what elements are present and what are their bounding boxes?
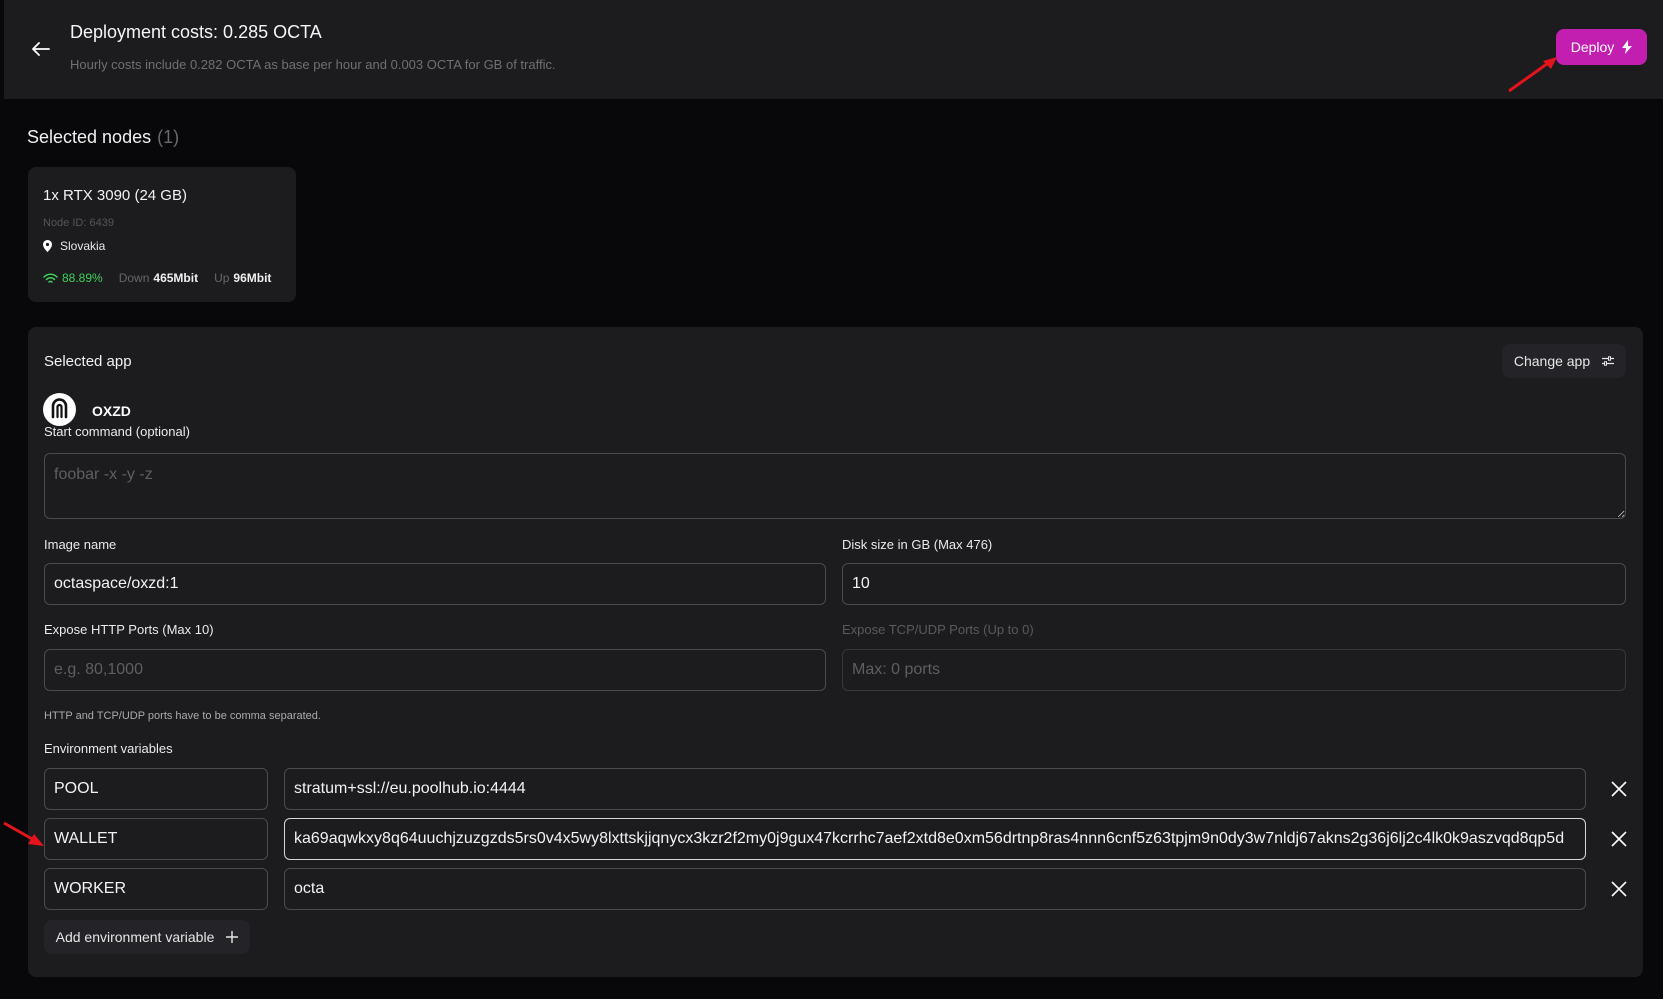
http-ports-label: Expose HTTP Ports (Max 10): [44, 622, 214, 637]
deployment-cost-title: Deployment costs: 0.285 OCTA: [70, 22, 322, 42]
env-key-input[interactable]: [44, 818, 268, 860]
env-key-input[interactable]: [44, 768, 268, 810]
add-env-variable-label: Add environment variable: [55, 929, 215, 945]
node-location-label: Slovakia: [60, 239, 106, 253]
selected-nodes-heading: Selected nodes (1): [27, 127, 179, 148]
add-env-variable-button[interactable]: Add environment variable: [44, 920, 250, 954]
remove-env-close-icon[interactable]: [1606, 826, 1632, 852]
plus-icon: [226, 931, 239, 943]
disk-size-label: Disk size in GB (Max 476): [842, 537, 993, 552]
selected-app-panel: Selected app Change app OXZD Start comma…: [28, 327, 1643, 977]
selected-app-title: Selected app: [44, 353, 132, 370]
node-down-label: Down: [118, 271, 150, 285]
node-location: Slovakia: [43, 239, 105, 253]
image-name-input[interactable]: [44, 563, 826, 605]
node-card[interactable]: 1x RTX 3090 (24 GB) Node ID: 6439 Slovak…: [28, 167, 296, 302]
back-arrow-icon[interactable]: [28, 36, 54, 62]
selected-nodes-title: Selected nodes: [27, 127, 152, 147]
node-signal-value: 88.89%: [62, 271, 103, 285]
node-up-label: Up: [214, 271, 230, 285]
env-value-input[interactable]: [284, 868, 1586, 910]
change-app-button[interactable]: Change app: [1502, 344, 1626, 378]
start-command-label: Start command (optional): [44, 424, 190, 439]
node-name: 1x RTX 3090 (24 GB): [43, 187, 187, 204]
app-logo-icon: [43, 393, 76, 426]
env-key-input[interactable]: [44, 868, 268, 910]
node-up-value: 96Mbit: [233, 271, 272, 285]
start-command-input[interactable]: [44, 453, 1626, 519]
lightning-icon: [1622, 40, 1633, 54]
ports-hint: HTTP and TCP/UDP ports have to be comma …: [44, 710, 321, 722]
env-value-input[interactable]: [284, 818, 1586, 860]
app-name: OXZD: [92, 403, 131, 419]
selected-nodes-count: (1): [157, 127, 180, 147]
node-signal: 88.89%: [43, 271, 103, 285]
deployment-header: Deployment costs: 0.285 OCTA Hourly cost…: [4, 0, 1663, 99]
deploy-button[interactable]: Deploy: [1556, 29, 1647, 65]
env-value-input[interactable]: [284, 768, 1586, 810]
image-name-label: Image name: [44, 537, 117, 552]
deploy-button-label: Deploy: [1570, 39, 1615, 55]
change-app-label: Change app: [1513, 353, 1591, 369]
sliders-icon: [1602, 356, 1615, 366]
remove-env-close-icon[interactable]: [1606, 776, 1632, 802]
disk-size-input[interactable]: [842, 563, 1626, 605]
tcp-ports-label: Expose TCP/UDP Ports (Up to 0): [842, 622, 1034, 637]
node-down-value: 465Mbit: [153, 271, 199, 285]
node-stats: 88.89% Down 465Mbit Up 96Mbit: [43, 271, 271, 285]
node-id: Node ID: 6439: [43, 217, 114, 229]
http-ports-input[interactable]: [44, 649, 826, 691]
tcp-ports-input: [842, 649, 1626, 691]
remove-env-close-icon[interactable]: [1606, 876, 1632, 902]
deployment-cost-subtitle: Hourly costs include 0.282 OCTA as base …: [70, 57, 556, 72]
location-pin-icon: [43, 240, 52, 252]
env-variables-label: Environment variables: [44, 741, 173, 756]
wifi-icon: [43, 272, 58, 283]
